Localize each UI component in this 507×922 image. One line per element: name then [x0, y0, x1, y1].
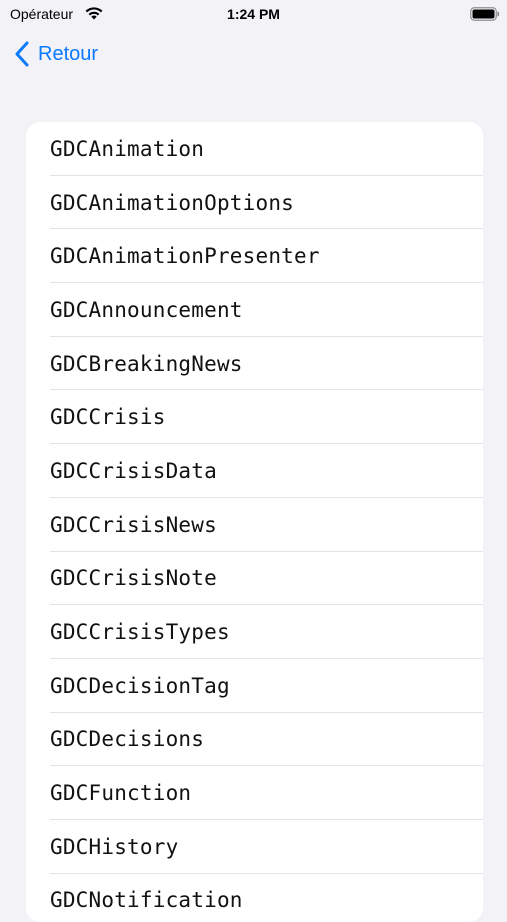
list-item-label: GDCAnimationPresenter [50, 244, 320, 269]
list-item-label: GDCCrisisNews [50, 512, 217, 537]
list-item[interactable]: GDCFunction [26, 766, 483, 820]
status-bar: Opérateur 1:24 PM [0, 0, 507, 30]
list-item[interactable]: GDCNotification [26, 874, 483, 922]
list-item-label: GDCDecisions [50, 727, 205, 752]
list-item[interactable]: GDCCrisisData [26, 444, 483, 498]
list-item[interactable]: GDCAnimation [26, 122, 483, 176]
list-item[interactable]: GDCAnimationOptions [26, 176, 483, 230]
navigation-bar: Retour [0, 34, 507, 74]
list-item-label: GDCBreakingNews [50, 351, 243, 376]
list-item-label: GDCCrisisData [50, 458, 217, 483]
class-list: GDCAnimation GDCAnimationOptions GDCAnim… [26, 122, 483, 922]
list-item[interactable]: GDCAnimationPresenter [26, 229, 483, 283]
list-item-label: GDCHistory [50, 834, 179, 859]
battery-icon [470, 7, 500, 21]
list-item[interactable]: GDCHistory [26, 820, 483, 874]
list-item-label: GDCDecisionTag [50, 673, 230, 698]
list-item-label: GDCFunction [50, 781, 192, 806]
list-item-label: GDCNotification [50, 888, 243, 913]
list-item-label: GDCCrisis [50, 405, 166, 430]
list-item[interactable]: GDCAnnouncement [26, 283, 483, 337]
list-item[interactable]: GDCDecisionTag [26, 659, 483, 713]
list-item[interactable]: GDCCrisisNote [26, 552, 483, 606]
back-button[interactable]: Retour [14, 38, 98, 70]
list-item[interactable]: GDCCrisis [26, 390, 483, 444]
list-item[interactable]: GDCDecisions [26, 713, 483, 767]
list-item-label: GDCCrisisTypes [50, 620, 230, 645]
list-item-label: GDCAnimation [50, 136, 205, 161]
chevron-left-icon [15, 41, 29, 67]
list-item[interactable]: GDCCrisisNews [26, 498, 483, 552]
list-item[interactable]: GDCCrisisTypes [26, 605, 483, 659]
list-item-label: GDCAnimationOptions [50, 190, 295, 215]
list-item[interactable]: GDCBreakingNews [26, 337, 483, 391]
list-item-label: GDCCrisisNote [50, 566, 217, 591]
back-button-label: Retour [38, 42, 99, 65]
list-item-label: GDCAnnouncement [50, 297, 243, 322]
status-time: 1:24 PM [227, 6, 280, 22]
